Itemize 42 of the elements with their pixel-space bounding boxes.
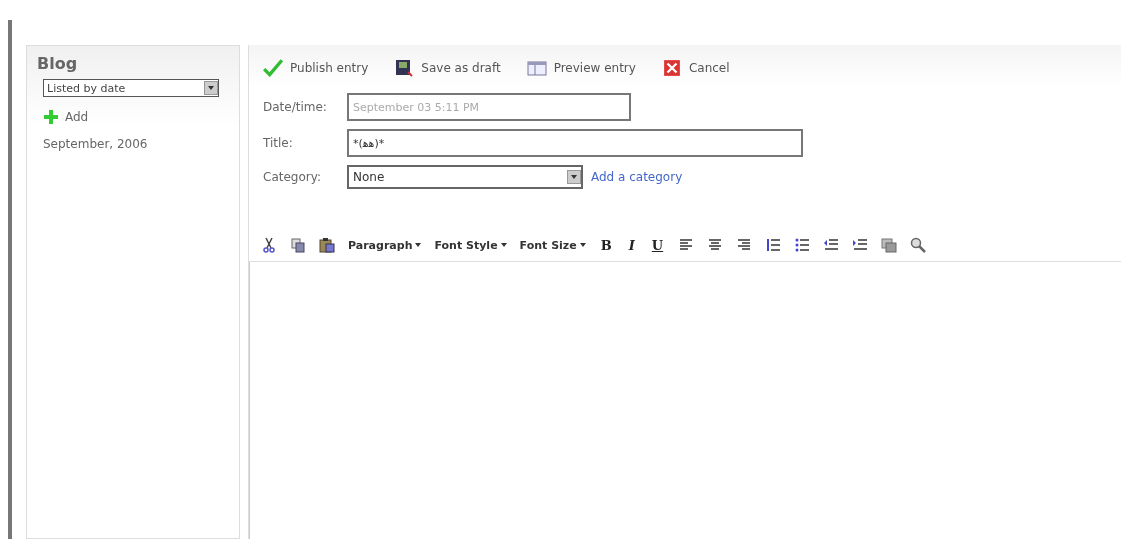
caret-icon [579,243,586,247]
preview-button[interactable]: Preview entry [526,59,636,77]
caret-icon [571,175,577,179]
bold-button[interactable]: B [598,237,614,253]
caret-icon [208,86,214,90]
archive-link[interactable]: September, 2006 [43,137,229,151]
align-left-icon[interactable] [678,237,695,253]
sort-select[interactable]: Listed by date [43,79,219,97]
title-field[interactable]: *(ﻫﻫ)* [347,129,803,157]
field-label: Title: [263,136,294,150]
caret-icon [415,243,422,247]
stack-icon[interactable] [881,237,898,253]
clipboard-icon[interactable] [319,237,335,253]
align-center-icon[interactable] [707,237,724,253]
close-icon [661,59,682,77]
field-label: Date/time: [263,100,328,114]
numbered-list-icon[interactable] [765,237,782,253]
format-dropdown[interactable]: Paragraph [348,238,422,252]
italic-button[interactable]: I [626,237,637,253]
publish-button[interactable]: Publish entry [263,59,369,77]
sidebar-title: Blog [37,54,79,73]
cancel-button[interactable]: Cancel [661,59,730,77]
align-right-icon[interactable] [736,237,753,253]
draft-button[interactable]: Save as draft [394,59,501,77]
checkmark-icon [263,59,283,77]
indent-icon[interactable] [852,237,869,253]
add-link[interactable]: Add [65,110,89,124]
bullet-list-icon[interactable] [794,237,811,253]
plus-icon [43,109,59,125]
format-dropdown[interactable]: Font Size [519,238,586,252]
add-category-link[interactable]: Add a category [591,170,683,184]
field-label: Category: [263,170,322,184]
scissors-icon[interactable] [261,237,277,253]
disk-icon [394,59,415,77]
copy-icon[interactable] [290,237,306,253]
caret-icon [500,243,507,247]
search-icon[interactable] [910,237,927,253]
outdent-icon[interactable] [823,237,840,253]
window-icon [526,59,547,77]
underline-button[interactable]: U [649,237,666,253]
format-dropdown[interactable]: Font Style [434,238,507,252]
category-select[interactable]: None [347,165,583,189]
